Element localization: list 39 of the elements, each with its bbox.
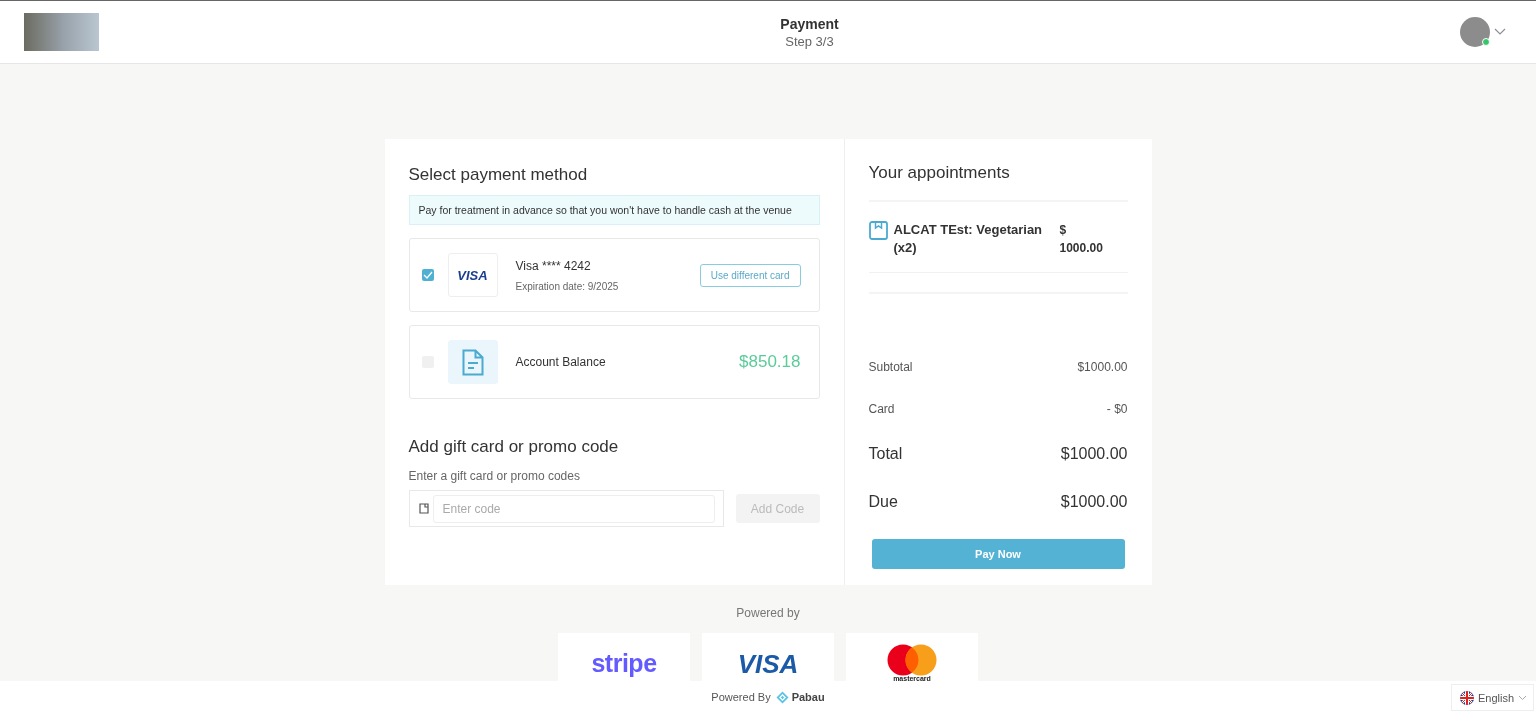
section-title: Your appointments — [868, 163, 1128, 202]
bookmark-icon — [868, 221, 888, 240]
step-indicator: Step 3/3 — [784, 33, 835, 49]
summary-label: Card — [868, 402, 895, 416]
summary-label: Due — [868, 493, 898, 511]
section-title: Add gift card or promo code — [408, 437, 620, 457]
card-logo: VISA — [447, 253, 498, 297]
summary-value: $1000.00 — [1060, 493, 1128, 511]
brand-name: Pabau — [791, 691, 825, 703]
info-banner: Pay for treatment in advance so that you won't have to handle cash at the venue — [408, 195, 820, 225]
summary-label: Subtotal — [868, 360, 913, 374]
powered-by-label: Powered by — [736, 606, 800, 620]
payment-method-card[interactable]: Account Balance $850.18 — [408, 325, 820, 399]
payment-method-card[interactable]: VISA Visa **** 4242 Expiration date: 9/2025 Use different card — [408, 238, 820, 312]
document-icon — [461, 348, 484, 376]
card-name: Visa **** 4242 — [515, 258, 592, 273]
appointment-name: ALCAT TEst: Vegetarian (x2) — [893, 221, 1044, 257]
balance-amount: $850.18 — [739, 352, 801, 372]
field-label: Enter a gift card or promo codes — [408, 469, 581, 483]
stripe-logo: stripe — [591, 649, 657, 678]
language-selector[interactable]: English — [1450, 684, 1534, 711]
chevron-down-icon[interactable] — [1494, 28, 1506, 36]
avatar[interactable] — [1460, 17, 1490, 47]
powered-by-text: Powered By — [711, 691, 771, 703]
summary-label: Total — [868, 445, 903, 463]
page-title: Payment — [780, 15, 839, 32]
summary-value: $1000.00 — [1077, 360, 1128, 374]
summary-value: $1000.00 — [1060, 445, 1128, 463]
appointment-price: $ 1000.00 — [1059, 222, 1103, 257]
flag-icon — [1459, 690, 1474, 705]
method-name: Account Balance — [515, 355, 607, 369]
summary-value: - $0 — [1106, 402, 1128, 416]
promo-code-field[interactable]: Enter code — [432, 494, 715, 523]
chevron-down-icon — [1518, 694, 1527, 701]
checkbox[interactable] — [421, 269, 434, 281]
section-title: Select payment method — [408, 165, 589, 185]
expiration-date: Expiration date: 9/2025 — [515, 280, 620, 292]
pabau-logo-icon — [775, 690, 789, 704]
visa-logo: VISA — [737, 649, 799, 680]
